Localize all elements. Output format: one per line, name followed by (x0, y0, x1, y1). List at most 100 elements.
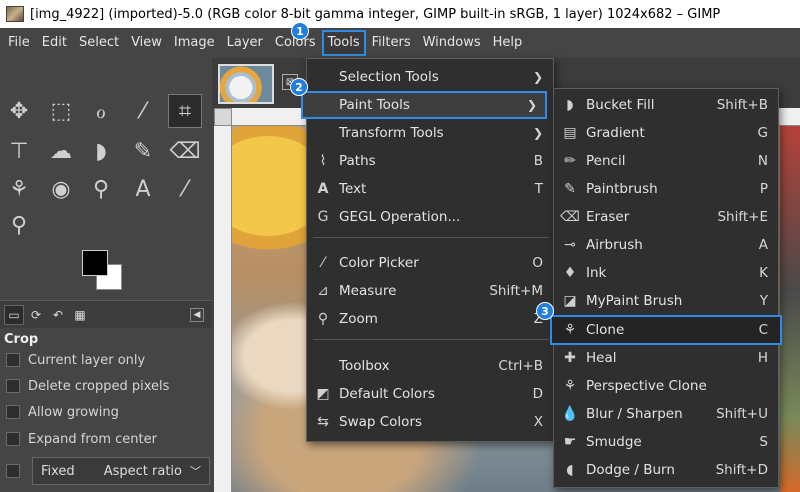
menu-item-mypaint-brush[interactable]: ◪ MyPaint Brush Y (554, 287, 778, 315)
menu-item-pencil[interactable]: ✏ Pencil N (554, 147, 778, 175)
zoom-icon: ⚲ (317, 311, 329, 327)
menu-item-transform-tools[interactable]: Transform Tools ❯ (307, 119, 553, 147)
menu-view[interactable]: View (125, 30, 168, 56)
foreground-color-swatch[interactable] (82, 250, 108, 276)
ruler-corner[interactable] (214, 108, 232, 126)
fixed-checkbox[interactable] (6, 464, 20, 478)
paint-tools-menu: ◗ Bucket Fill Shift+B ▤ Gradient G ✏ Penci… (550, 88, 782, 488)
move-tool-icon[interactable]: ✥ (2, 94, 36, 128)
menu-select[interactable]: Select (73, 30, 125, 56)
menu-item-heal[interactable]: ✚ Heal H (554, 344, 778, 372)
tools-menu: Selection Tools ❯ Paint Tools ❯ Transform … (301, 58, 554, 442)
menu-item-paint-tools[interactable]: Paint Tools ❯ (301, 91, 547, 119)
path-tool-icon[interactable]: ⚲ (84, 172, 118, 206)
menu-item-toolbox[interactable]: Toolbox Ctrl+B (307, 352, 553, 380)
smudge-icon: ☛ (563, 434, 577, 450)
transform-tool-icon[interactable]: ⊤ (2, 134, 36, 168)
menu-item-gegl-operation[interactable]: G GEGL Operation... (307, 203, 553, 231)
warp-tool-icon[interactable]: ☁ (44, 134, 78, 168)
menu-item-ink[interactable]: ♦ Ink K (554, 259, 778, 287)
gimp-image-icon (6, 6, 24, 22)
menu-item-clone[interactable]: ⚘ Clone C (550, 315, 782, 345)
tool-options-panel: Crop Current layer only Delete cropped p… (0, 328, 212, 492)
chevron-right-icon: ❯ (532, 126, 543, 140)
menu-image[interactable]: Image (168, 30, 221, 56)
menu-item-zoom[interactable]: ⚲ Zoom Z (307, 305, 553, 333)
option-expand-from-center[interactable]: Expand from center (6, 429, 157, 449)
blur-sharpen-icon: 💧 (561, 406, 579, 422)
undo-history-tab-icon[interactable]: ↶ (48, 305, 68, 325)
menu-item-eraser[interactable]: ⌫ Eraser Shift+E (554, 203, 778, 231)
checkbox[interactable] (6, 353, 20, 367)
menu-item-dodge-burn[interactable]: ◖ Dodge / Burn Shift+D (554, 456, 778, 484)
crop-tool-icon[interactable]: ⌗ (168, 94, 202, 128)
menu-item-smudge[interactable]: ☛ Smudge S (554, 428, 778, 456)
eraser-icon: ⌫ (560, 209, 580, 225)
eraser-tool-icon[interactable]: ⌫ (168, 134, 202, 168)
airbrush-icon: ⊸ (564, 237, 576, 253)
menu-file[interactable]: File (2, 30, 36, 56)
pencil-icon: ✏ (564, 153, 576, 169)
menu-item-gradient[interactable]: ▤ Gradient G (554, 119, 778, 147)
text-tool-icon[interactable]: A (126, 172, 160, 206)
free-select-tool-icon[interactable]: ℴ (84, 94, 118, 128)
smudge-tool-icon[interactable]: ◉ (44, 172, 78, 206)
collapse-icon[interactable]: ◀ (190, 307, 204, 322)
bucket-fill-icon: ◗ (566, 97, 574, 113)
menu-layer[interactable]: Layer (221, 30, 269, 56)
menu-item-paths[interactable]: ⌇ Paths B (307, 147, 553, 175)
dodge-burn-icon: ◖ (566, 462, 574, 478)
menu-bar: File Edit Select View Image Layer Colors… (0, 28, 800, 58)
menu-filters[interactable]: Filters (366, 30, 417, 56)
menu-item-selection-tools[interactable]: Selection Tools ❯ (307, 63, 553, 91)
menu-item-swap-colors[interactable]: ⇆ Swap Colors X (307, 408, 553, 436)
option-current-layer-only[interactable]: Current layer only (6, 350, 145, 370)
menu-item-color-picker[interactable]: ⁄ Color Picker O (307, 249, 553, 277)
menu-item-text[interactable]: A Text T (307, 175, 553, 203)
chevron-down-icon: ﹀ (190, 465, 201, 478)
images-tab-icon[interactable]: ▦ (70, 305, 90, 325)
text-icon: A (317, 181, 329, 197)
vertical-ruler[interactable] (214, 126, 232, 492)
option-allow-growing[interactable]: Allow growing (6, 402, 119, 422)
paintbrush-tool-icon[interactable]: ✎ (126, 134, 160, 168)
fixed-aspect-dropdown[interactable]: Fixed Aspect ratio ﹀ (32, 457, 210, 485)
heal-icon: ✚ (564, 350, 576, 366)
paths-icon: ⌇ (319, 153, 327, 169)
menu-item-perspective-clone[interactable]: ⚘ Perspective Clone (554, 372, 778, 400)
zoom-tool-icon[interactable]: ⚲ (2, 208, 36, 242)
menu-tools[interactable]: Tools (321, 30, 366, 56)
menu-item-paintbrush[interactable]: ✎ Paintbrush P (554, 175, 778, 203)
option-delete-cropped-pixels[interactable]: Delete cropped pixels (6, 376, 169, 396)
measure-icon: ⊿ (317, 283, 329, 299)
menu-item-measure[interactable]: ⊿ Measure Shift+M (307, 277, 553, 305)
bucket-tool-icon[interactable]: ◗ (84, 134, 118, 168)
menu-separator (313, 237, 549, 238)
fg-bg-colors[interactable] (82, 250, 130, 292)
menu-item-default-colors[interactable]: ◩ Default Colors D (307, 380, 553, 408)
step-badge-2: 2 (290, 78, 308, 96)
menu-item-bucket-fill[interactable]: ◗ Bucket Fill Shift+B (554, 91, 778, 119)
step-badge-1: 1 (291, 22, 309, 40)
rect-select-tool-icon[interactable]: ⬚ (44, 94, 78, 128)
default-colors-icon: ◩ (316, 386, 330, 402)
checkbox[interactable] (6, 432, 20, 446)
paintbrush-icon: ✎ (564, 181, 576, 197)
mypaint-brush-icon: ◪ (563, 293, 577, 309)
clone-tool-icon[interactable]: ⚘ (2, 172, 36, 206)
color-picker-tool-icon[interactable]: ⁄ (168, 172, 202, 206)
menu-edit[interactable]: Edit (36, 30, 73, 56)
menu-windows[interactable]: Windows (417, 30, 487, 56)
device-status-tab-icon[interactable]: ⟳ (26, 305, 46, 325)
menu-help[interactable]: Help (487, 30, 529, 56)
menu-item-airbrush[interactable]: ⊸ Airbrush A (554, 231, 778, 259)
tool-options-tab-icon[interactable]: ▭ (4, 304, 24, 325)
fuzzy-select-tool-icon[interactable]: ⁄ (126, 94, 160, 128)
toolbox: ✥ ⬚ ℴ ⁄ ⌗ ⊤ ☁ ◗ ✎ ⌫ ⚘ ◉ ⚲ A ⁄ ⚲ (0, 58, 212, 298)
menu-item-blur-sharpen[interactable]: 💧 Blur / Sharpen Shift+U (554, 400, 778, 428)
clone-icon: ⚘ (563, 322, 577, 338)
checkbox[interactable] (6, 405, 20, 419)
chevron-right-icon: ❯ (526, 98, 537, 112)
checkbox[interactable] (6, 379, 20, 393)
image-thumbnail-tab[interactable] (218, 64, 274, 104)
